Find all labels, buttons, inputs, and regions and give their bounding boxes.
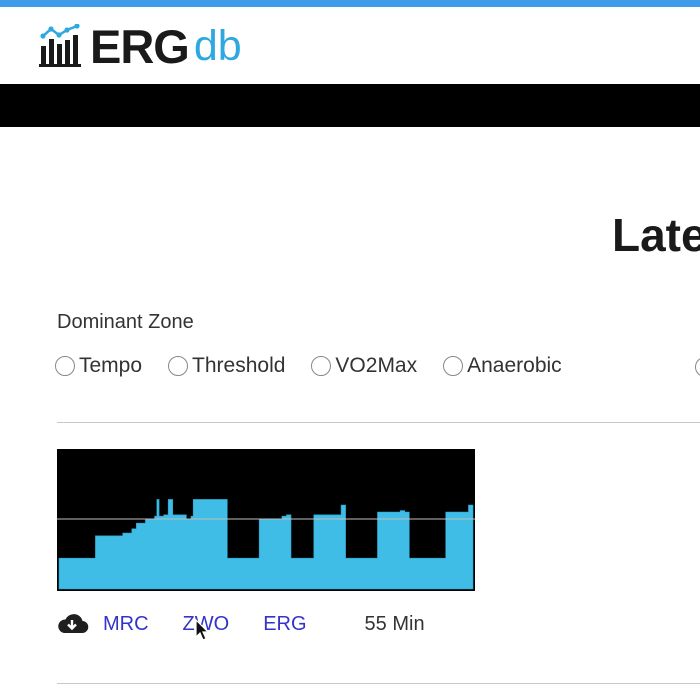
download-mrc-link[interactable]: MRC xyxy=(103,613,149,636)
workout-power-chart[interactable] xyxy=(57,449,475,591)
divider xyxy=(57,683,700,684)
radio-button[interactable] xyxy=(695,357,700,377)
navigation-bar xyxy=(0,84,700,127)
divider xyxy=(57,422,700,423)
radio-button[interactable] xyxy=(311,356,332,376)
zone-option-label: Threshold xyxy=(192,354,286,377)
workout-actions: MRC ZWO ERG 55 Min xyxy=(55,610,425,638)
radio-button[interactable] xyxy=(55,356,75,376)
zone-option-vo2max[interactable]: VO2Max xyxy=(311,354,417,378)
logo-text-db: db xyxy=(193,21,242,70)
top-accent-strip xyxy=(0,0,700,7)
site-logo[interactable]: ERG db xyxy=(38,18,242,74)
zone-option-threshold[interactable]: Threshold xyxy=(168,354,285,378)
zone-option-anaerobic[interactable]: Anaerobic xyxy=(443,354,562,378)
zone-option-label: VO2Max xyxy=(335,354,418,377)
radio-button[interactable] xyxy=(168,356,189,376)
zone-option-label: Tempo xyxy=(79,354,143,377)
radio-button[interactable] xyxy=(443,356,464,376)
workout-duration: 55 Min xyxy=(364,612,425,635)
bar-chart-line-icon xyxy=(39,24,81,67)
logo-text-erg: ERG xyxy=(90,19,190,73)
page-title: Late xyxy=(612,209,700,261)
dominant-zone-label: Dominant Zone xyxy=(57,311,194,333)
download-erg-link[interactable]: ERG xyxy=(263,613,306,636)
zone-option-label: Anaerobic xyxy=(467,354,562,377)
dominant-zone-options: Tempo Threshold VO2Max Anaerobic xyxy=(55,354,588,378)
zone-option-tempo[interactable]: Tempo xyxy=(55,354,142,378)
cloud-download-icon[interactable] xyxy=(55,612,89,636)
pointer-cursor-icon xyxy=(195,619,210,641)
